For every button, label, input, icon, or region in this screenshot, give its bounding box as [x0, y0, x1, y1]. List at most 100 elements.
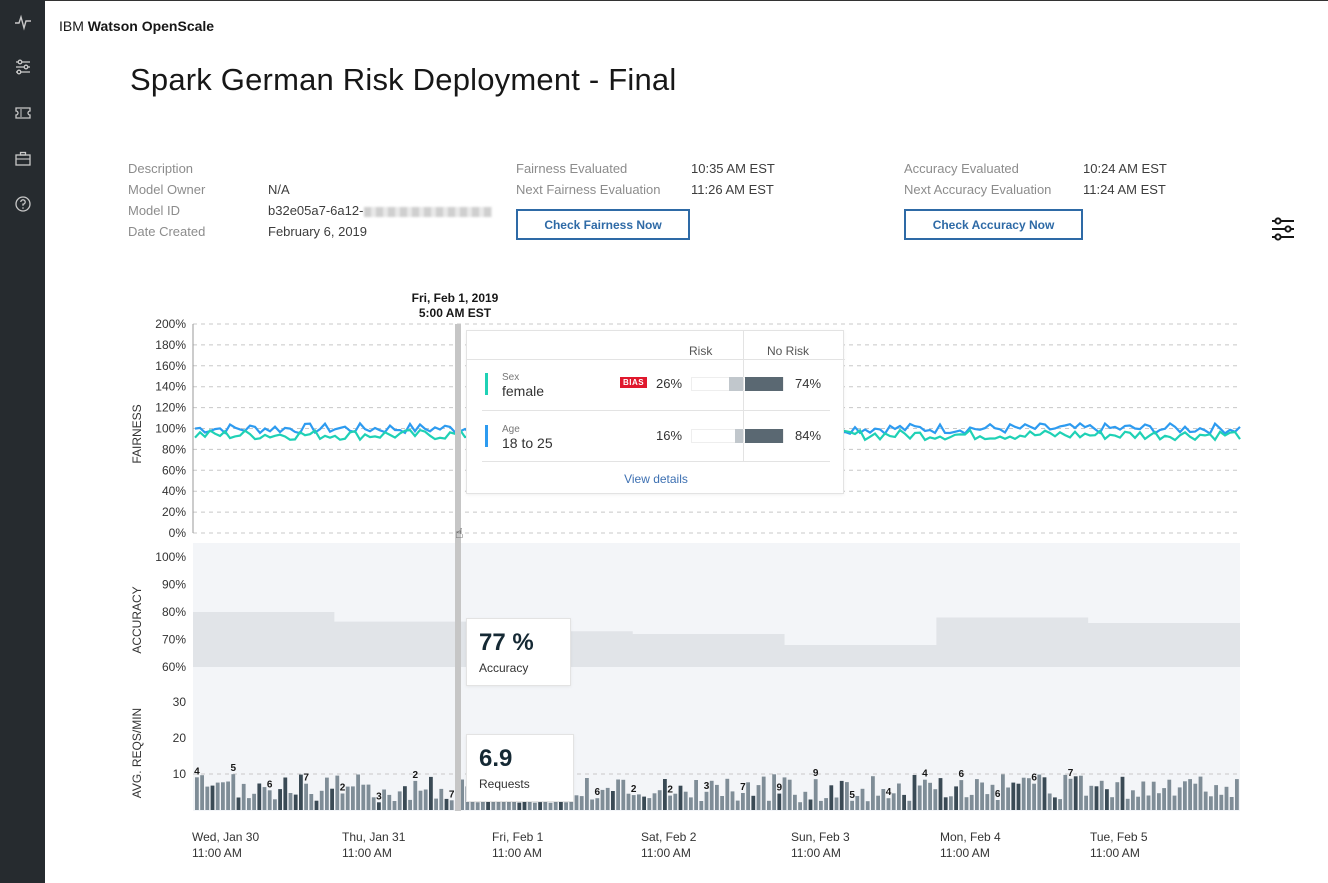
request-bar — [434, 798, 438, 810]
request-bar — [751, 795, 756, 810]
request-bar-label: 4 — [922, 769, 928, 780]
activity-icon[interactable] — [12, 11, 34, 33]
sliders-icon[interactable] — [12, 56, 34, 78]
request-bar — [808, 799, 813, 810]
request-bar — [865, 801, 870, 810]
request-bar-label: 9 — [813, 768, 819, 779]
request-bar — [247, 798, 251, 810]
sex-risk-bar-fill — [729, 377, 743, 391]
age-attribute: Age — [502, 424, 520, 435]
request-bar-label: 9 — [777, 783, 783, 794]
model-owner-value: N/A — [268, 182, 290, 197]
fairness-tick-label: 40% — [162, 484, 186, 498]
request-bar-label: 5 — [231, 763, 237, 774]
request-bar — [585, 778, 589, 810]
request-bar — [741, 793, 745, 810]
x-tick-label: Fri, Feb 1 11:00 AM — [492, 829, 543, 861]
request-bar — [423, 789, 428, 810]
request-bar — [210, 785, 215, 810]
request-bar — [262, 787, 267, 810]
request-bar — [782, 777, 787, 810]
request-bar — [855, 796, 860, 810]
accuracy-axis-label: ACCURACY — [130, 586, 144, 653]
request-bar — [278, 789, 282, 810]
check-fairness-button[interactable]: Check Fairness Now — [516, 209, 690, 240]
fairness-evaluated-label: Fairness Evaluated — [516, 161, 628, 176]
request-bar — [1063, 774, 1068, 810]
date-created-label: Date Created — [128, 224, 206, 239]
request-bar — [574, 795, 579, 810]
request-bar — [917, 785, 922, 810]
request-bar — [527, 801, 532, 810]
request-bar — [449, 800, 454, 810]
request-bar — [725, 778, 730, 810]
request-bar — [283, 777, 288, 810]
request-bar — [345, 786, 350, 810]
request-bar — [553, 801, 558, 810]
brand-prefix: IBM — [59, 18, 88, 34]
request-bar — [304, 783, 308, 810]
request-bar — [1141, 781, 1146, 810]
request-bar — [361, 784, 366, 810]
request-bar — [1001, 774, 1005, 810]
x-tick-date: Thu, Jan 31 — [342, 830, 406, 844]
x-tick-date: Wed, Jan 30 — [192, 830, 260, 844]
request-bar — [481, 801, 485, 810]
fairness-tick-label: 100% — [155, 422, 186, 436]
request-bar-label: 3 — [376, 791, 382, 802]
request-bar — [475, 802, 480, 810]
sex-no-risk: 74% — [795, 376, 822, 391]
next-fairness-label: Next Fairness Evaluation — [516, 182, 661, 197]
fairness-popup: Risk No Risk Sex female BIAS 26% 74% Age… — [466, 330, 845, 494]
filter-settings-icon[interactable] — [1270, 216, 1296, 242]
x-tick-label: Sun, Feb 3 11:00 AM — [791, 829, 850, 861]
x-tick-label: Sat, Feb 2 11:00 AM — [641, 829, 696, 861]
accuracy-tick-label: 60% — [162, 660, 186, 674]
request-bar — [647, 798, 652, 810]
request-bar — [980, 782, 984, 810]
request-bar — [1021, 777, 1026, 810]
model-id-value: b32e05a7-6a12- — [268, 203, 493, 218]
ticket-icon[interactable] — [12, 102, 34, 124]
check-accuracy-button[interactable]: Check Accuracy Now — [904, 209, 1083, 240]
request-bar — [663, 779, 667, 810]
request-bar — [215, 782, 220, 810]
request-bar — [413, 780, 418, 810]
fairness-tick-label: 140% — [155, 380, 186, 394]
request-bar — [793, 794, 797, 810]
requests-axis-label: AVG. REQS/MIN — [130, 708, 144, 798]
request-bar — [943, 797, 948, 810]
briefcase-icon[interactable] — [12, 148, 34, 170]
request-bar — [1099, 780, 1104, 810]
popup-divider — [467, 359, 845, 360]
request-bar-label: 2 — [667, 785, 673, 796]
request-bar — [590, 799, 594, 810]
request-bar — [1203, 791, 1208, 810]
request-bar — [907, 800, 912, 810]
request-bar — [850, 800, 854, 810]
accuracy-value: 77 % — [479, 629, 534, 656]
request-bar — [657, 790, 662, 810]
request-bar — [631, 795, 636, 810]
request-bar — [533, 802, 537, 810]
sex-no-risk-bar-fill — [745, 377, 783, 391]
request-bar — [860, 788, 865, 810]
description-label: Description — [128, 161, 194, 176]
request-bar — [1058, 799, 1062, 810]
request-bar — [548, 802, 553, 810]
request-bar — [1151, 781, 1156, 810]
help-icon[interactable] — [12, 193, 34, 215]
x-tick-time: 11:00 AM — [1090, 846, 1140, 860]
request-bar — [1079, 775, 1083, 810]
fairness-tick-label: 180% — [155, 338, 186, 352]
selected-date: Fri, Feb 1, 2019 5:00 AM EST — [395, 291, 515, 321]
request-bar — [408, 799, 412, 810]
request-bar — [1224, 786, 1229, 810]
view-details-link[interactable]: View details — [467, 472, 845, 486]
request-bar — [600, 789, 605, 810]
request-bar — [1183, 781, 1187, 810]
request-bar — [1089, 785, 1094, 810]
no-risk-header: No Risk — [767, 344, 810, 358]
request-bar — [652, 793, 657, 810]
request-bar — [226, 781, 230, 810]
